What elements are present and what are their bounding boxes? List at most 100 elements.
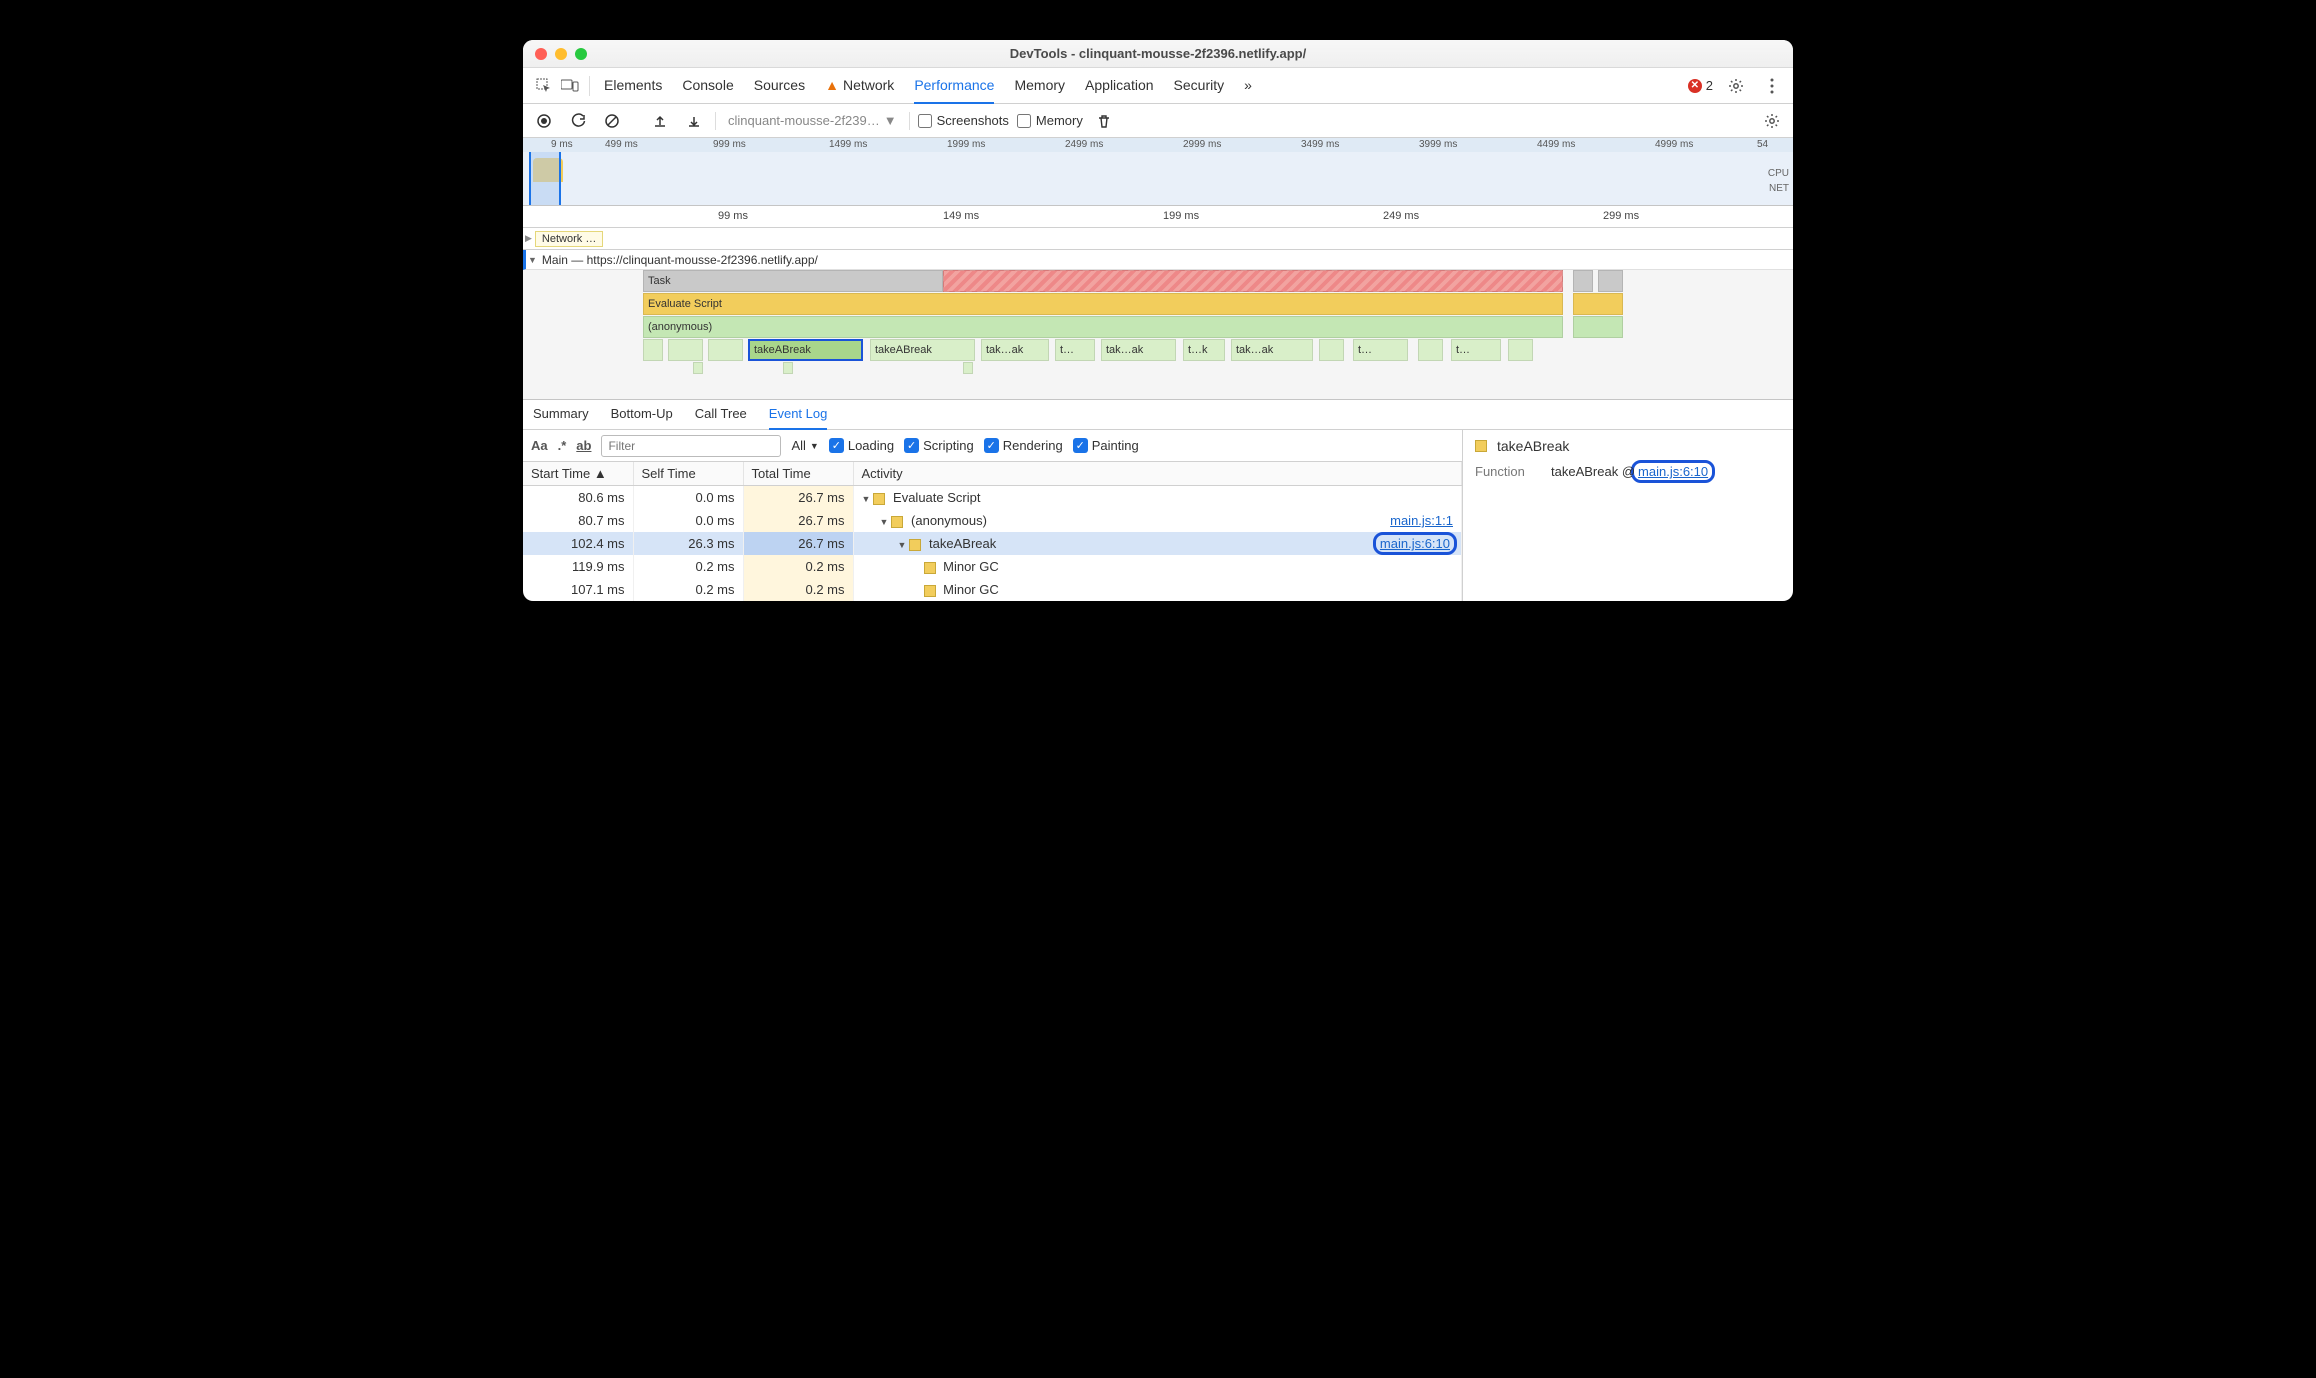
col-activity[interactable]: Activity [853, 462, 1462, 486]
tab-network[interactable]: ▲Network [825, 68, 894, 104]
tab-security[interactable]: Security [1174, 68, 1225, 104]
device-toolbar-icon[interactable] [557, 73, 583, 99]
capture-settings-icon[interactable] [1759, 108, 1785, 134]
flame-call[interactable] [668, 339, 703, 361]
flame-anonymous[interactable]: (anonymous) [643, 316, 1563, 338]
flame-takeabreak-selected[interactable]: takeABreak [748, 339, 863, 361]
flame-takeabreak[interactable]: t…k [1183, 339, 1225, 361]
detail-source-link[interactable]: main.js:6:10 [1635, 464, 1711, 479]
flame-takeabreak[interactable]: tak…ak [1231, 339, 1313, 361]
expand-icon[interactable]: ▼ [898, 540, 907, 550]
detail-function-label: Function [1475, 464, 1539, 479]
error-badge[interactable]: ✕ 2 [1688, 78, 1713, 93]
kebab-menu-icon[interactable] [1759, 73, 1785, 99]
scripting-checkbox[interactable]: ✓Scripting [904, 438, 974, 453]
table-row[interactable]: 80.6 ms0.0 ms26.7 ms ▼ Evaluate Script [523, 486, 1462, 510]
tabs-right-controls: ✕ 2 [1688, 73, 1785, 99]
tabs-overflow[interactable]: » [1244, 68, 1252, 104]
network-lane[interactable]: ▶ Network … [523, 228, 1793, 250]
main-thread-header[interactable]: ▼ Main — https://clinquant-mousse-2f2396… [523, 250, 1793, 270]
flame-task-long[interactable] [943, 270, 1563, 292]
overview-timeline[interactable]: 9 ms 499 ms 999 ms 1499 ms 1999 ms 2499 … [523, 138, 1793, 206]
memory-checkbox-input[interactable] [1017, 114, 1031, 128]
flame-task[interactable]: Task [643, 270, 943, 292]
flame-takeabreak[interactable]: t… [1055, 339, 1095, 361]
col-self-time[interactable]: Self Time [633, 462, 743, 486]
painting-checkbox[interactable]: ✓Painting [1073, 438, 1139, 453]
flame-call[interactable] [708, 339, 743, 361]
flame-takeabreak[interactable]: t… [1451, 339, 1501, 361]
table-row[interactable]: 80.7 ms0.0 ms26.7 ms ▼ (anonymous)main.j… [523, 509, 1462, 532]
error-icon: ✕ [1688, 79, 1702, 93]
maximize-window-button[interactable] [575, 48, 587, 60]
scope-selector[interactable]: All▼ [791, 438, 818, 453]
match-word-toggle[interactable]: ab [576, 438, 591, 453]
settings-icon[interactable] [1723, 73, 1749, 99]
record-button[interactable] [531, 108, 557, 134]
flame-call[interactable] [1418, 339, 1443, 361]
divider [909, 112, 910, 130]
flame-call[interactable] [1319, 339, 1344, 361]
flame-call[interactable] [643, 339, 663, 361]
flame-sub[interactable] [783, 362, 793, 374]
table-row[interactable]: 119.9 ms0.2 ms0.2 ms Minor GC [523, 555, 1462, 578]
rendering-checkbox[interactable]: ✓Rendering [984, 438, 1063, 453]
overview-selection[interactable] [529, 152, 561, 205]
source-link[interactable]: main.js:6:10 [1377, 536, 1453, 551]
clear-button[interactable] [599, 108, 625, 134]
filter-input[interactable] [601, 435, 781, 457]
minimize-window-button[interactable] [555, 48, 567, 60]
flame-task[interactable] [1573, 270, 1593, 292]
tab-bottom-up[interactable]: Bottom-Up [611, 400, 673, 430]
tab-application[interactable]: Application [1085, 68, 1154, 104]
gc-button[interactable] [1091, 108, 1117, 134]
memory-checkbox[interactable]: Memory [1017, 113, 1083, 128]
overview-tick: 999 ms [713, 139, 746, 150]
flame-sub[interactable] [963, 362, 973, 374]
screenshots-checkbox-input[interactable] [918, 114, 932, 128]
flame-call[interactable] [1508, 339, 1533, 361]
event-log-panel: Aa .* ab All▼ ✓Loading ✓Scripting ✓Rende… [523, 430, 1463, 601]
divider [715, 112, 716, 130]
flame-sub[interactable] [693, 362, 703, 374]
download-profile-button[interactable] [681, 108, 707, 134]
tab-performance[interactable]: Performance [914, 68, 994, 104]
upload-profile-button[interactable] [647, 108, 673, 134]
col-total-time[interactable]: Total Time [743, 462, 853, 486]
overview-body[interactable]: CPU NET [523, 152, 1793, 205]
tab-elements[interactable]: Elements [604, 68, 662, 104]
expand-icon[interactable]: ▼ [862, 494, 871, 504]
flame-chart[interactable]: Task Evaluate Script (anonymous) takeABr… [523, 270, 1793, 400]
flame-task[interactable] [1598, 270, 1623, 292]
tab-call-tree[interactable]: Call Tree [695, 400, 747, 430]
expand-icon[interactable]: ▶ [525, 233, 532, 244]
flame-evaluate-script[interactable]: Evaluate Script [643, 293, 1563, 315]
tab-console[interactable]: Console [682, 68, 733, 104]
tab-summary[interactable]: Summary [533, 400, 589, 430]
match-case-toggle[interactable]: Aa [531, 438, 548, 453]
tab-memory[interactable]: Memory [1014, 68, 1065, 104]
tab-sources[interactable]: Sources [754, 68, 805, 104]
flame-takeabreak[interactable]: takeABreak [870, 339, 975, 361]
flame-takeabreak[interactable]: tak…ak [1101, 339, 1176, 361]
profile-selector[interactable]: clinquant-mousse-2f239… ▼ [724, 113, 901, 128]
inspect-element-icon[interactable] [531, 73, 557, 99]
loading-checkbox[interactable]: ✓Loading [829, 438, 894, 453]
category-color-icon [873, 493, 885, 505]
close-window-button[interactable] [535, 48, 547, 60]
table-row[interactable]: 107.1 ms0.2 ms0.2 ms Minor GC [523, 578, 1462, 601]
flame-anonymous[interactable] [1573, 316, 1623, 338]
reload-record-button[interactable] [565, 108, 591, 134]
regex-toggle[interactable]: .* [558, 438, 567, 453]
flame-takeabreak[interactable]: t… [1353, 339, 1408, 361]
col-start-time[interactable]: Start Time ▲ [523, 462, 633, 486]
tab-event-log[interactable]: Event Log [769, 400, 828, 430]
flame-takeabreak[interactable]: tak…ak [981, 339, 1049, 361]
detail-pane: takeABreak Function takeABreak @ main.js… [1463, 430, 1793, 601]
table-row[interactable]: 102.4 ms26.3 ms26.7 ms ▼ takeABreakmain.… [523, 532, 1462, 555]
collapse-icon[interactable]: ▼ [528, 255, 537, 265]
screenshots-checkbox[interactable]: Screenshots [918, 113, 1009, 128]
flame-script[interactable] [1573, 293, 1623, 315]
expand-icon[interactable]: ▼ [880, 517, 889, 527]
source-link[interactable]: main.js:1:1 [1390, 513, 1453, 528]
